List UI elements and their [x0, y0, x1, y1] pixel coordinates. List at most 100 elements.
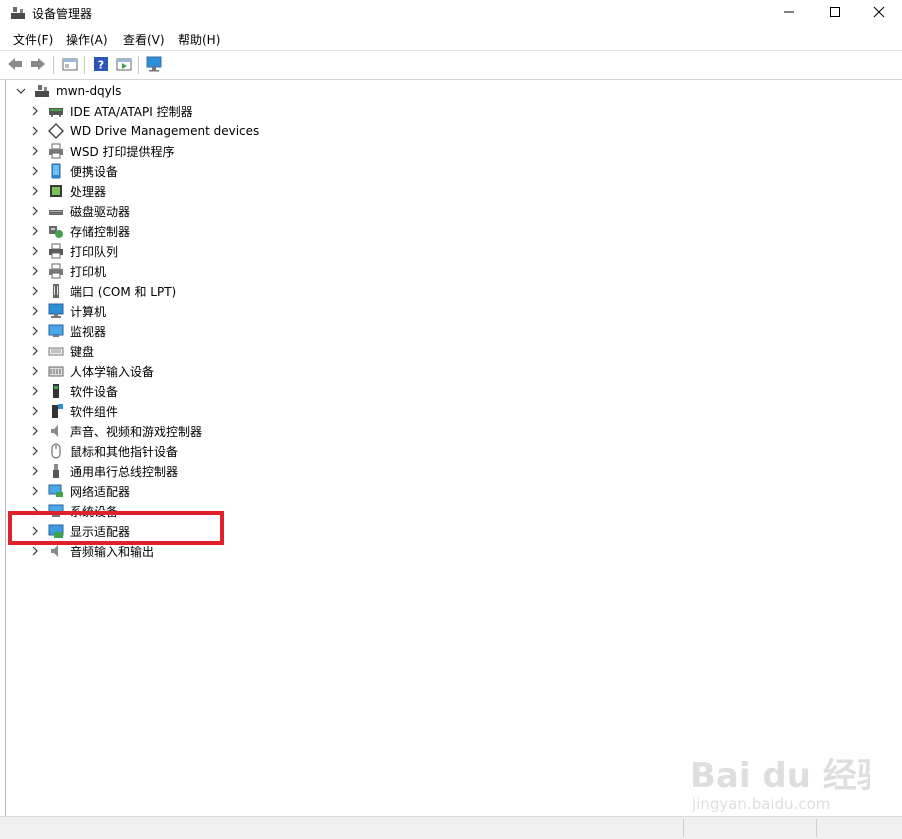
tree-item[interactable]: 端口 (COM 和 LPT) [28, 281, 176, 301]
disk-drive-icon [48, 203, 64, 219]
tree-item-label: 端口 (COM 和 LPT) [70, 284, 177, 299]
title-bar: 设备管理器 [0, 0, 902, 26]
tree-item[interactable]: IDE ATA/ATAPI 控制器 [28, 101, 193, 121]
storage-controller-icon [48, 223, 64, 239]
device-manager-app-icon [10, 5, 26, 21]
scan-hardware-button[interactable] [145, 55, 165, 75]
chevron-right-icon[interactable] [28, 164, 42, 178]
tree-item-label: IDE ATA/ATAPI 控制器 [70, 104, 193, 119]
menu-file[interactable]: 文件(F) [13, 31, 53, 48]
forward-arrow-icon [29, 56, 47, 75]
tree-item[interactable]: WD Drive Management devices [28, 121, 259, 141]
maximize-button[interactable] [812, 0, 858, 26]
svg-text:?: ? [98, 58, 104, 71]
help-button[interactable]: ? [91, 55, 111, 75]
tree-item[interactable]: 人体学输入设备 [28, 361, 154, 381]
chevron-right-icon[interactable] [28, 144, 42, 158]
processor-icon [48, 183, 64, 199]
tree-root[interactable]: mwn-dqyls [14, 81, 121, 101]
tree-item[interactable]: 存储控制器 [28, 221, 130, 241]
tree-item[interactable]: 网络适配器 [28, 481, 130, 501]
chevron-right-icon[interactable] [28, 364, 42, 378]
usb-icon [48, 463, 64, 479]
menu-bar: 文件(F) 操作(A) 查看(V) 帮助(H) [0, 27, 902, 49]
tree-item[interactable]: 监视器 [28, 321, 106, 341]
tree-root-label: mwn-dqyls [56, 84, 122, 98]
tree-item[interactable]: 计算机 [28, 301, 106, 321]
chevron-right-icon[interactable] [28, 324, 42, 338]
tree-item[interactable]: 软件组件 [28, 401, 118, 421]
tree-item-label: 人体学输入设备 [70, 364, 155, 379]
tree-item-label: 键盘 [70, 344, 95, 359]
chevron-right-icon[interactable] [28, 284, 42, 298]
watermark-url: jingyan.baidu.com [691, 795, 830, 813]
tree-item-label: 软件组件 [70, 404, 119, 419]
chevron-right-icon[interactable] [28, 404, 42, 418]
chevron-right-icon[interactable] [28, 384, 42, 398]
audio-io-icon [48, 543, 64, 559]
software-component-icon [48, 403, 64, 419]
minimize-button[interactable] [766, 0, 812, 26]
chevron-right-icon[interactable] [28, 344, 42, 358]
device-tree: mwn-dqyls IDE ATA/ATAPI 控制器 WD Drive Mana… [5, 80, 902, 816]
tree-item[interactable]: WSD 打印提供程序 [28, 141, 175, 161]
menu-action[interactable]: 操作(A) [66, 31, 108, 48]
tree-item[interactable]: 软件设备 [28, 381, 118, 401]
tree-item[interactable]: 打印机 [28, 261, 106, 281]
chevron-right-icon[interactable] [28, 464, 42, 478]
status-separator [683, 819, 684, 837]
chevron-right-icon[interactable] [28, 304, 42, 318]
ide-controller-icon [48, 103, 64, 119]
status-separator [816, 819, 817, 837]
printer-icon [48, 143, 64, 159]
tree-item-label: 磁盘驱动器 [70, 204, 131, 219]
speaker-icon [48, 423, 64, 439]
tree-item-label: 通用串行总线控制器 [70, 464, 179, 479]
menu-help[interactable]: 帮助(H) [178, 31, 220, 48]
chevron-right-icon[interactable] [28, 424, 42, 438]
chevron-right-icon[interactable] [28, 444, 42, 458]
tree-item[interactable]: 磁盘驱动器 [28, 201, 130, 221]
tree-item[interactable]: 打印队列 [28, 241, 118, 261]
tree-item-label: 计算机 [70, 304, 107, 319]
network-adapter-icon [48, 483, 64, 499]
close-button[interactable] [856, 0, 902, 26]
menu-view[interactable]: 查看(V) [123, 31, 165, 48]
tree-item-label: 音频输入和输出 [70, 544, 155, 559]
chevron-right-icon[interactable] [28, 484, 42, 498]
chevron-right-icon[interactable] [28, 104, 42, 118]
tree-item[interactable]: 便携设备 [28, 161, 118, 181]
chevron-right-icon[interactable] [28, 264, 42, 278]
properties-sheet-icon [62, 56, 78, 75]
back-button[interactable] [5, 55, 25, 75]
chevron-right-icon[interactable] [28, 244, 42, 258]
chevron-down-icon[interactable] [14, 84, 28, 98]
tree-item[interactable]: 处理器 [28, 181, 106, 201]
chevron-right-icon[interactable] [28, 544, 42, 558]
tree-item-label: 鼠标和其他指针设备 [70, 444, 179, 459]
toolbar: ? [0, 50, 902, 80]
chevron-right-icon[interactable] [28, 204, 42, 218]
tree-item-label: 处理器 [70, 184, 107, 199]
computer-monitor-icon [48, 303, 64, 319]
tree-item[interactable]: 通用串行总线控制器 [28, 461, 178, 481]
chevron-right-icon[interactable] [28, 124, 42, 138]
window-title: 设备管理器 [32, 7, 93, 21]
tree-item[interactable]: 声音、视频和游戏控制器 [28, 421, 202, 441]
tree-item-label: WSD 打印提供程序 [70, 144, 175, 159]
run-action-button[interactable] [114, 55, 134, 75]
print-queue-icon [48, 243, 64, 259]
chevron-right-icon[interactable] [28, 184, 42, 198]
properties-button[interactable] [60, 55, 80, 75]
tree-item[interactable]: 鼠标和其他指针设备 [28, 441, 178, 461]
help-icon: ? [93, 56, 109, 75]
forward-button[interactable] [28, 55, 48, 75]
tree-item[interactable]: 键盘 [28, 341, 94, 361]
tree-item-label: 网络适配器 [70, 484, 131, 499]
wd-diamond-icon [48, 123, 64, 139]
toolbar-separator [138, 56, 139, 74]
computer-network-icon [34, 83, 50, 99]
minimize-icon [783, 6, 795, 21]
chevron-right-icon[interactable] [28, 224, 42, 238]
tree-item-label: 打印队列 [70, 244, 119, 259]
